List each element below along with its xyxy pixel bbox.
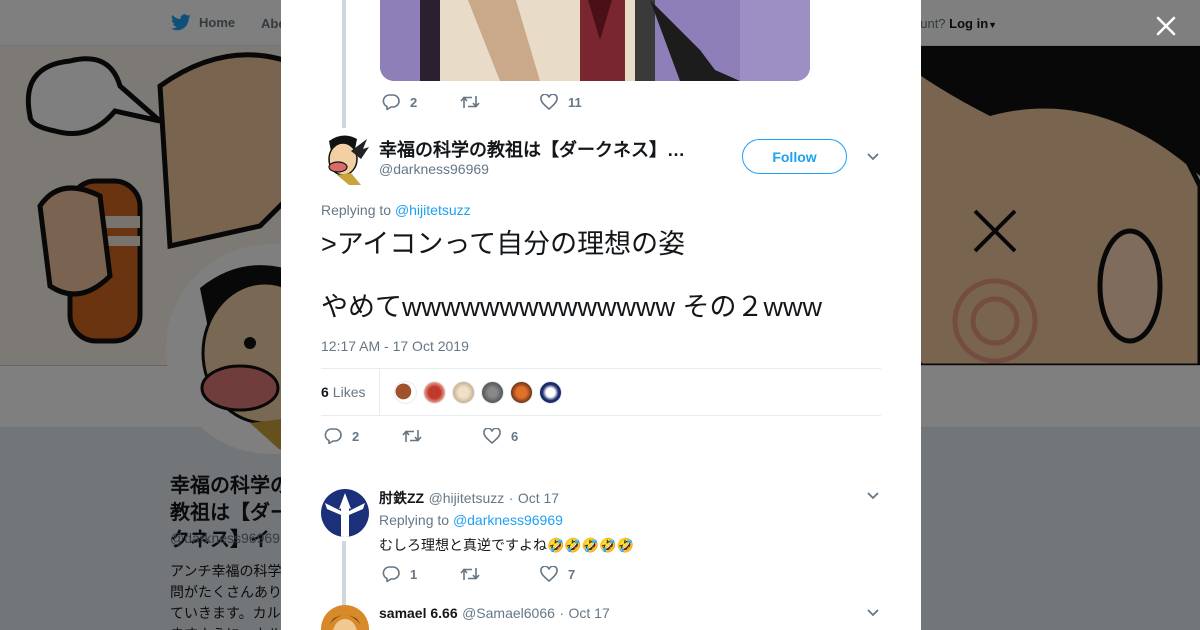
tweet-media-image[interactable] (380, 0, 810, 81)
reply-count: 1 (410, 566, 418, 582)
retweet-icon (460, 568, 480, 580)
reply-count: 2 (410, 94, 418, 110)
likes-count: 6 (321, 384, 329, 400)
reply-icon (382, 94, 400, 110)
reply-date[interactable]: Oct 17 (518, 490, 559, 506)
reply-button[interactable]: 2 (382, 94, 460, 110)
author-avatar[interactable] (321, 133, 369, 185)
retweet-icon (460, 96, 480, 108)
author-handle[interactable]: @darkness96969 (379, 161, 489, 177)
divider (321, 415, 881, 416)
tweet-text-line-1: >アイコンって自分の理想の姿 (321, 229, 686, 259)
reply-text: むしろ理想と真逆ですよね🤣🤣🤣🤣🤣 (379, 537, 635, 553)
author-avatar-image (328, 135, 369, 185)
reply-replying-to: Replying to @darkness96969 (379, 512, 563, 528)
liker-avatar[interactable] (394, 380, 418, 404)
like-button[interactable]: 6 (483, 428, 518, 444)
reply-header: samael 6.66 @Samael6066 · Oct 17 (379, 605, 610, 623)
likes-stat[interactable]: 6 Likes (321, 369, 381, 415)
close-icon[interactable] (1152, 12, 1180, 40)
liker-avatar[interactable] (423, 380, 447, 404)
replying-to-prefix: Replying to (379, 512, 450, 528)
reply-author-handle[interactable]: @Samael6066 (462, 605, 555, 621)
reply-icon (324, 428, 342, 444)
reply-dot: · (559, 605, 565, 621)
replying-to: Replying to @hijitetsuzz (321, 202, 471, 218)
chevron-down-icon[interactable] (866, 491, 880, 501)
media-photo (380, 0, 810, 81)
thread-connector-line (342, 541, 346, 605)
reply-author-avatar[interactable] (321, 605, 369, 630)
replying-to-prefix: Replying to (321, 202, 392, 218)
reply-avatar-image (321, 605, 369, 630)
like-button[interactable]: 7 (540, 566, 575, 582)
reply-date[interactable]: Oct 17 (568, 605, 609, 621)
reply-author-name[interactable]: 肘鉄ZZ (379, 490, 424, 506)
reply-author-name[interactable]: samael 6.66 (379, 605, 458, 621)
like-count: 11 (568, 94, 582, 110)
tweet-timestamp[interactable]: 12:17 AM - 17 Oct 2019 (321, 338, 469, 354)
reply-button[interactable]: 1 (382, 566, 460, 582)
like-button[interactable]: 11 (540, 94, 582, 110)
like-count: 7 (568, 566, 576, 582)
liker-avatar[interactable] (452, 380, 476, 404)
replying-to-link[interactable]: @darkness96969 (453, 512, 563, 528)
thread-connector-line (342, 0, 346, 128)
heart-icon (540, 566, 558, 582)
likers-avatars (380, 380, 563, 404)
reply-author-avatar[interactable] (321, 489, 369, 537)
tweet-text-line-2: やめてwwwwwwwwwwwwww その２www (321, 292, 822, 322)
tweet-stats: 6 Likes (321, 369, 881, 415)
like-count: 6 (511, 428, 519, 444)
heart-icon (483, 428, 501, 444)
author-name[interactable]: 幸福の科学の教祖は【ダークネス】… (379, 136, 685, 162)
liker-avatar[interactable] (510, 380, 534, 404)
follow-button[interactable]: Follow (742, 139, 847, 174)
reply-count: 2 (352, 428, 360, 444)
retweet-button[interactable] (460, 567, 540, 581)
reply-dot: · (508, 490, 514, 506)
retweet-button[interactable] (402, 429, 483, 443)
retweet-icon (402, 430, 422, 442)
reply-button[interactable]: 2 (324, 428, 402, 444)
reply-avatar-image (321, 489, 369, 537)
liker-avatar[interactable] (481, 380, 505, 404)
reply-actions: 1 7 (382, 566, 575, 582)
reply-header: 肘鉄ZZ @hijitetsuzz · Oct 17 (379, 488, 559, 508)
heart-icon (540, 94, 558, 110)
previous-tweet-actions: 2 11 (382, 94, 582, 110)
main-tweet-actions: 2 6 (324, 428, 518, 444)
retweet-button[interactable] (460, 95, 540, 109)
liker-avatar[interactable] (539, 380, 563, 404)
chevron-down-icon[interactable] (866, 152, 880, 162)
reply-author-handle[interactable]: @hijitetsuzz (429, 490, 505, 506)
replying-to-link[interactable]: @hijitetsuzz (395, 202, 471, 218)
likes-label: Likes (332, 384, 366, 400)
reply-icon (382, 566, 400, 582)
tweet-permalink-modal: 2 11 幸福の科学の教祖は【ダークネス】… @darkness96969 Fo… (281, 0, 921, 630)
chevron-down-icon[interactable] (866, 608, 880, 618)
